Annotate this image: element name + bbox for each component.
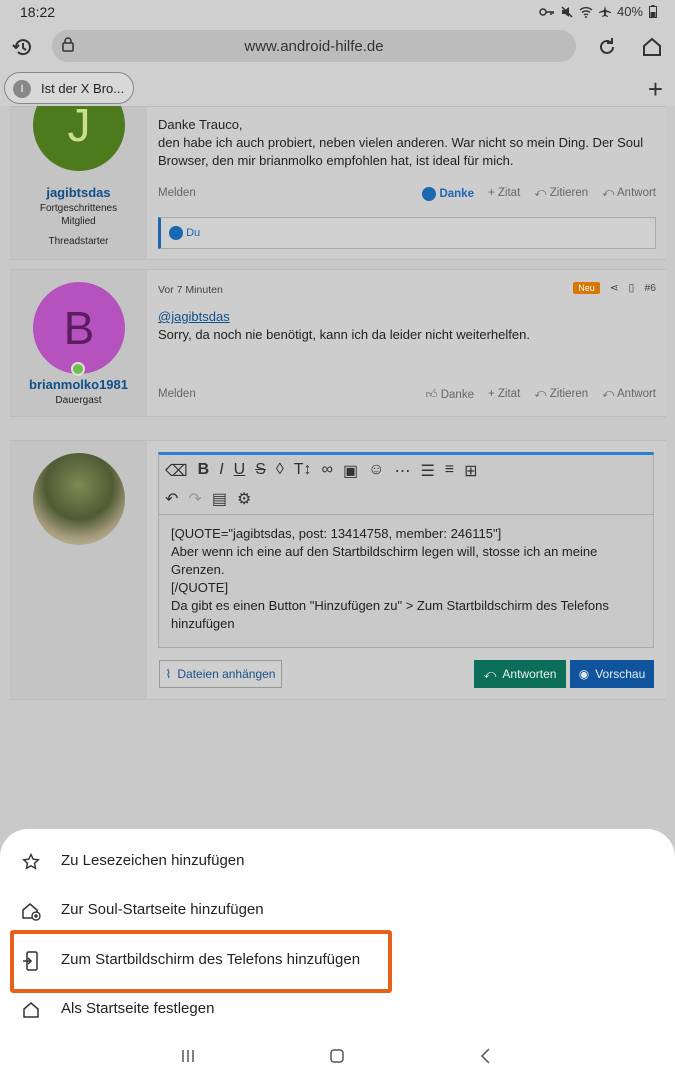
italic-icon[interactable]: I (219, 461, 223, 481)
back-icon[interactable] (478, 1048, 494, 1069)
post-meta: Vor 7 Minuten Neu ⋖ ▯ #6 (158, 282, 656, 296)
color-icon[interactable]: ◊ (276, 461, 284, 481)
more-icon[interactable]: ⋯ (394, 461, 410, 481)
star-icon (20, 851, 42, 873)
quote-button[interactable]: + Zitat (488, 187, 520, 201)
post-number[interactable]: #6 (644, 282, 656, 294)
avatar (33, 453, 125, 545)
report-link[interactable]: Melden (158, 388, 196, 400)
username[interactable]: jagibtsdas (10, 185, 147, 200)
cite-button[interactable]: ⤺ Zitieren (534, 187, 588, 201)
home-icon (20, 999, 42, 1021)
menu-item-set-homepage[interactable]: Als Startseite festlegen (0, 987, 675, 1033)
emoji-icon[interactable]: ☺ (368, 461, 384, 481)
eraser-icon[interactable]: ⌫ (165, 461, 188, 481)
strikethrough-icon[interactable]: S (255, 461, 266, 481)
cite-button[interactable]: ⤺ Zitieren (534, 388, 588, 402)
font-size-icon[interactable]: T↕ (294, 461, 312, 481)
reaction-bar[interactable]: Du (158, 217, 656, 249)
editor: ⌫ B I U S ◊ T↕ ∞ ▣ ☺ ⋯ ☰ ≡ ⊞ ↶ ↷ ▤ ⚙ [QU… (158, 452, 654, 648)
attach-files-button[interactable]: ⌇ Dateien anhängen (159, 660, 282, 688)
thanks-button[interactable]: 👍︎ Danke (426, 388, 474, 402)
user-title-line1: Fortgeschrittenes (39, 203, 118, 214)
avatar[interactable]: B (33, 282, 125, 374)
post-jagibtsdas: J jagibtsdas Fortgeschrittenes Mitglied … (10, 106, 666, 260)
bookmark-icon[interactable]: ▯ (629, 282, 635, 294)
list-icon[interactable]: ≡ (445, 461, 454, 481)
undo-icon[interactable]: ↶ (165, 489, 178, 509)
reply-author-panel (10, 441, 147, 699)
battery-icon (649, 5, 657, 18)
post-brianmolko1981: B brianmolko1981 Dauergast Vor 7 Minuten… (10, 269, 666, 417)
settings-icon[interactable]: ⚙ (237, 489, 251, 509)
online-indicator-icon (71, 362, 85, 376)
post-author-panel: J jagibtsdas Fortgeschrittenes Mitglied … (10, 106, 147, 259)
tab-strip: I Ist der X Bro... + (0, 70, 675, 106)
bold-icon[interactable]: B (198, 461, 210, 481)
thanks-button[interactable]: Danke (422, 187, 474, 201)
battery-percent: 40% (616, 4, 643, 19)
tab-title: Ist der X Bro... (41, 81, 125, 96)
home-button-icon[interactable] (329, 1048, 345, 1069)
recents-icon[interactable] (180, 1048, 196, 1069)
thumbs-up-icon (422, 187, 437, 201)
post-text: Danke Trauco, den habe ich auch probiert… (158, 117, 644, 168)
submit-reply-button[interactable]: ⤺ Antworten (474, 660, 566, 688)
redo-icon[interactable]: ↷ (188, 489, 201, 509)
new-badge: Neu (573, 282, 600, 294)
url-text[interactable]: www.android-hilfe.de (52, 38, 576, 55)
reply-button[interactable]: ⤺ Antwort (602, 388, 656, 402)
new-tab-icon[interactable]: + (648, 74, 663, 105)
username[interactable]: brianmolko1981 (10, 377, 147, 392)
share-icon[interactable]: ⋖ (610, 282, 619, 294)
post-text: @jagibtsdas Sorry, da noch nie benötigt,… (158, 308, 530, 342)
tab-favicon: I (13, 80, 31, 98)
post-time[interactable]: Vor 7 Minuten (158, 284, 223, 296)
link-icon[interactable]: ∞ (322, 461, 333, 481)
tab-current[interactable]: I Ist der X Bro... (4, 72, 134, 104)
mute-icon (561, 5, 573, 18)
table-icon[interactable]: ⊞ (464, 461, 477, 481)
reload-icon[interactable] (592, 32, 622, 62)
user-title-line2: Mitglied (61, 216, 96, 227)
airplane-icon (598, 5, 611, 17)
post-author-panel: B brianmolko1981 Dauergast (10, 270, 147, 416)
align-icon[interactable]: ☰ (420, 461, 434, 481)
paperclip-icon: ⌇ (165, 667, 172, 681)
thumbs-up-icon (169, 226, 183, 240)
url-bar[interactable]: www.android-hilfe.de (52, 30, 576, 62)
status-bar: 18:22 40% (0, 0, 675, 24)
highlight-box (10, 930, 392, 993)
mention-link[interactable]: @jagibtsdas (158, 308, 530, 326)
wifi-icon (579, 6, 593, 18)
eye-icon: ◉ (578, 667, 590, 681)
menu-item-bookmark[interactable]: Zu Lesezeichen hinzufügen (0, 839, 675, 885)
reply-button[interactable]: ⤺ Antwort (602, 187, 656, 201)
browser-toolbar: www.android-hilfe.de (0, 24, 675, 70)
report-link[interactable]: Melden (158, 187, 196, 199)
system-nav-bar (0, 1040, 675, 1080)
reply-icon: ⤺ (483, 666, 497, 681)
image-icon[interactable]: ▣ (343, 461, 358, 481)
status-icons: 40% (539, 4, 657, 19)
user-role: Threadstarter (48, 236, 109, 247)
editor-text-area[interactable]: [QUOTE="jagibtsdas, post: 13414758, memb… (159, 515, 653, 645)
key-icon (539, 7, 554, 16)
user-title: Dauergast (55, 395, 102, 406)
editor-toolbar: ⌫ B I U S ◊ T↕ ∞ ▣ ☺ ⋯ ☰ ≡ ⊞ ↶ ↷ ▤ ⚙ (159, 455, 653, 515)
preview-button[interactable]: ◉ Vorschau (570, 660, 654, 688)
underline-icon[interactable]: U (234, 461, 246, 481)
status-time: 18:22 (20, 4, 56, 20)
save-draft-icon[interactable]: ▤ (212, 489, 227, 509)
quote-button[interactable]: + Zitat (488, 388, 520, 402)
menu-item-soul-homepage[interactable]: Zur Soul-Startseite hinzufügen (0, 888, 675, 934)
home-add-icon (20, 900, 42, 922)
home-icon[interactable] (637, 32, 667, 62)
avatar[interactable]: J (33, 106, 125, 171)
history-icon[interactable] (8, 32, 38, 62)
